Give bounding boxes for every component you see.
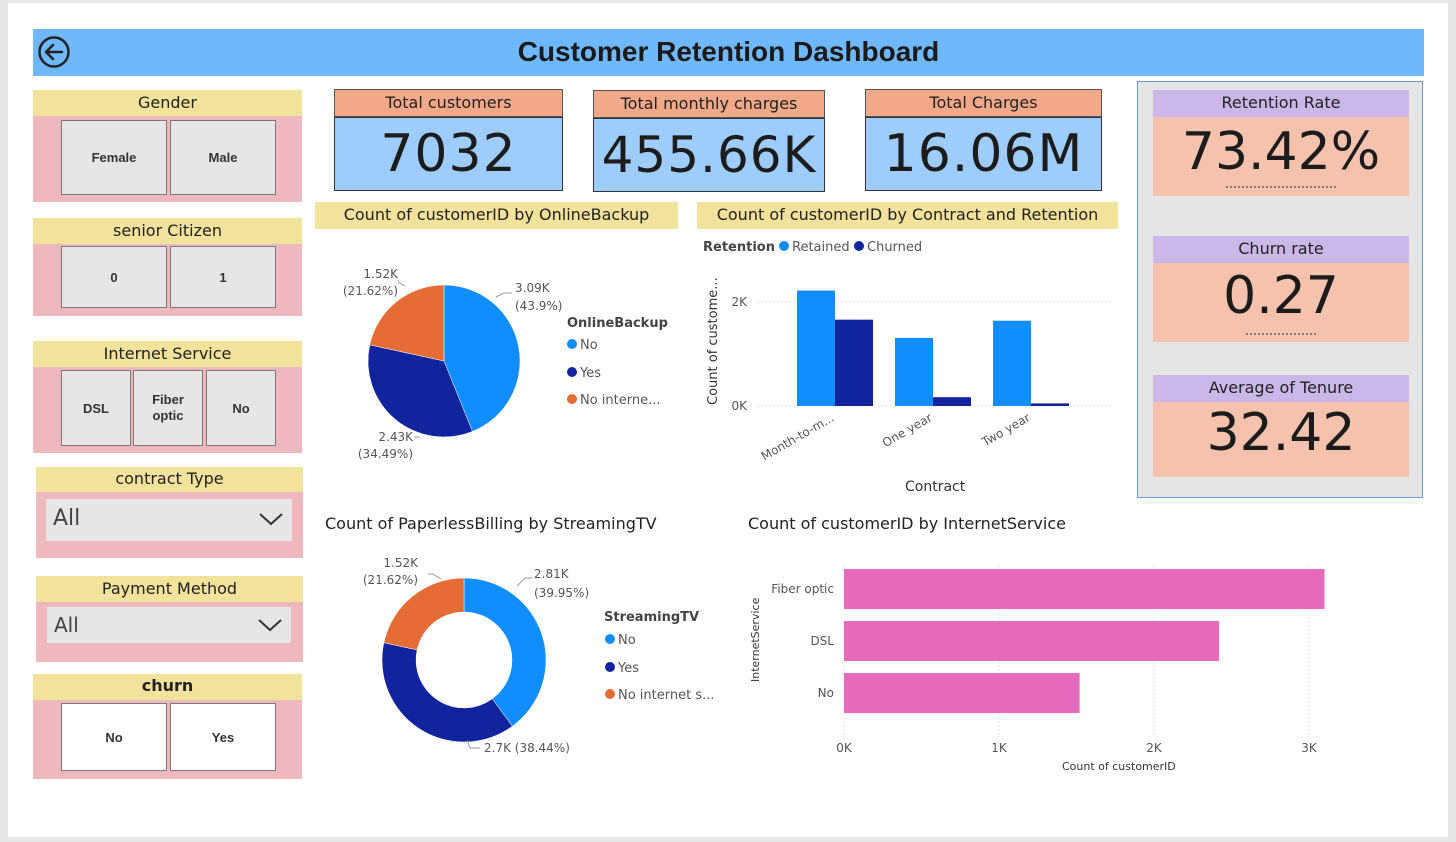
y-tick-label: 2K xyxy=(731,295,748,309)
streamingtv-slice xyxy=(463,577,547,727)
data-label: 1.52K xyxy=(363,267,399,281)
paperless-donut-chart xyxy=(381,577,547,743)
charts-layer: OnlineBackup No Yes No interne... 3.09K … xyxy=(343,240,1325,773)
leader-line xyxy=(428,573,442,580)
legend-item: Retained xyxy=(792,240,850,255)
legend-marker xyxy=(854,241,864,251)
legend-title: OnlineBackup xyxy=(567,316,668,331)
legend-item: Churned xyxy=(867,240,922,255)
x-tick-label: 1K xyxy=(991,741,1008,755)
internet-x-axis-label: Count of customerID xyxy=(1062,760,1176,773)
legend-title: StreamingTV xyxy=(604,610,699,625)
contract-x-axis-label: Contract xyxy=(905,479,966,495)
legend-marker xyxy=(605,634,615,644)
data-label: 2.7K (38.44%) xyxy=(484,741,570,755)
legend-item: No xyxy=(618,633,636,648)
data-label: 2.43K xyxy=(378,430,414,444)
legend-marker xyxy=(567,339,577,349)
churn-subtitle-fragment xyxy=(1153,330,1409,338)
x-tick-label: One year xyxy=(880,410,935,450)
leader-line xyxy=(516,577,532,587)
x-tick-label: 3K xyxy=(1301,741,1318,755)
data-label: (43.9%) xyxy=(515,299,562,313)
data-label: (21.62%) xyxy=(363,573,418,587)
legend-item: No interne... xyxy=(580,393,661,408)
leader-line xyxy=(397,280,406,287)
bar-fiber-optic xyxy=(844,569,1325,609)
legend-item: Yes xyxy=(617,661,639,676)
bar-no xyxy=(844,673,1080,713)
streamingtv-slice xyxy=(381,642,513,743)
x-tick-label: 0K xyxy=(836,741,853,755)
contract-bar-chart: 0K 2K Month-to-m... One year Two year xyxy=(731,290,1112,463)
data-label: 2.81K xyxy=(534,567,570,581)
data-label: 3.09K xyxy=(515,281,551,295)
internet-y-axis-label: InternetService xyxy=(749,597,762,682)
legend-marker xyxy=(605,662,615,672)
data-label: 1.52K xyxy=(383,556,419,570)
legend-marker xyxy=(779,241,789,251)
legend-marker xyxy=(605,689,615,699)
bar-retained xyxy=(895,337,933,406)
retention-subtitle-fragment xyxy=(1153,183,1409,191)
legend-title: Retention xyxy=(703,240,775,255)
legend-item: No xyxy=(580,338,598,353)
x-tick-label: Two year xyxy=(979,410,1033,449)
bar-retained xyxy=(993,320,1031,406)
contract-y-axis-label: Count of custome... xyxy=(706,277,721,405)
leader-line xyxy=(495,292,512,298)
y-tick-label: DSL xyxy=(810,634,834,648)
legend-item: Yes xyxy=(579,366,601,381)
bar-dsl xyxy=(844,621,1220,661)
data-label: (34.49%) xyxy=(358,447,413,461)
contract-legend: Retention Retained Churned xyxy=(703,240,922,255)
x-tick-label: Month-to-m... xyxy=(759,410,837,463)
y-tick-label: 0K xyxy=(731,399,748,413)
data-label: (21.62%) xyxy=(343,284,398,298)
legend-item: No internet s... xyxy=(618,688,715,703)
streamingtv-slice xyxy=(383,577,465,651)
legend-marker xyxy=(567,367,577,377)
internet-bar-chart: 0K 1K 2K 3K Fiber optic DSL No xyxy=(771,566,1325,755)
y-tick-label: Fiber optic xyxy=(771,582,834,596)
x-tick-label: 2K xyxy=(1146,741,1163,755)
legend-marker xyxy=(567,394,577,404)
streamingtv-legend: StreamingTV No Yes No internet s... xyxy=(604,610,715,703)
onlinebackup-pie-chart xyxy=(367,284,521,438)
onlinebackup-legend: OnlineBackup No Yes No interne... xyxy=(567,316,668,408)
bar-churned xyxy=(933,397,971,406)
data-label: (39.95%) xyxy=(534,586,589,600)
y-tick-label: No xyxy=(818,686,834,700)
bar-churned xyxy=(835,319,873,406)
bar-retained xyxy=(797,290,835,406)
bar-churned xyxy=(1031,403,1069,406)
